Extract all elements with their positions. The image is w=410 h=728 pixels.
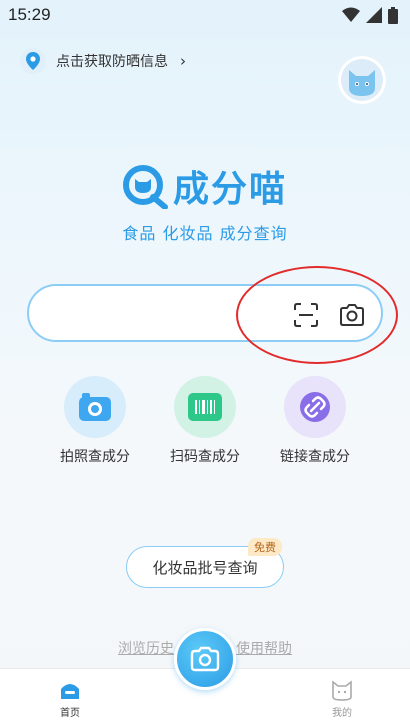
- tab-home-label: 首页: [60, 708, 80, 719]
- barcode-feature-circle: [174, 376, 236, 438]
- chevron-right-icon: ›: [180, 52, 186, 70]
- location-pin-icon: [26, 52, 40, 70]
- barcode-search-label: 扫码查成分: [170, 449, 240, 465]
- tab-mine-label: 我的: [332, 708, 352, 719]
- link-search-button[interactable]: 链接查成分: [260, 376, 370, 466]
- barcode-search-button[interactable]: 扫码查成分: [150, 376, 260, 466]
- home-icon: [61, 684, 79, 699]
- search-box: [27, 284, 383, 342]
- logo: 成分喵: [0, 160, 410, 212]
- free-badge: 免费: [248, 538, 282, 556]
- link-icon: [300, 392, 330, 422]
- status-time: 15:29: [8, 5, 51, 24]
- sun-protection-text: 点击获取防晒信息: [56, 54, 168, 70]
- logo-cat-icon: [122, 165, 168, 209]
- scan-icon[interactable]: [293, 302, 319, 328]
- photo-search-label: 拍照查成分: [60, 449, 130, 465]
- tagline: 食品 化妆品 成分查询: [122, 224, 288, 243]
- tab-home[interactable]: 首页: [40, 679, 100, 719]
- cat-face-icon: [332, 680, 352, 701]
- app-name: 成分喵: [172, 169, 287, 210]
- barcode-icon: [188, 393, 222, 421]
- search-input[interactable]: [49, 296, 249, 330]
- cat-avatar-icon: [341, 59, 383, 101]
- avatar[interactable]: [338, 56, 386, 104]
- feature-row: 拍照查成分 扫码查成分 链接查成分: [0, 376, 410, 466]
- photo-search-button[interactable]: 拍照查成分: [40, 376, 150, 466]
- camera-icon[interactable]: [339, 302, 365, 328]
- browse-history-link[interactable]: 浏览历史: [118, 638, 174, 658]
- help-link[interactable]: 使用帮助: [236, 638, 292, 658]
- status-icons: [342, 6, 398, 24]
- camera-icon: [79, 393, 111, 421]
- battery-icon: [388, 6, 398, 24]
- status-bar: 15:29: [0, 0, 410, 30]
- tab-mine[interactable]: 我的: [312, 679, 372, 719]
- sun-protection-link[interactable]: 点击获取防晒信息 ›: [20, 48, 186, 74]
- camera-fab-button[interactable]: [174, 628, 236, 690]
- camera-icon: [190, 646, 220, 672]
- photo-feature-circle: [64, 376, 126, 438]
- link-search-label: 链接查成分: [280, 449, 350, 465]
- location-badge: [20, 48, 46, 74]
- signal-icon: [366, 7, 382, 23]
- link-feature-circle: [284, 376, 346, 438]
- wifi-icon: [342, 7, 360, 22]
